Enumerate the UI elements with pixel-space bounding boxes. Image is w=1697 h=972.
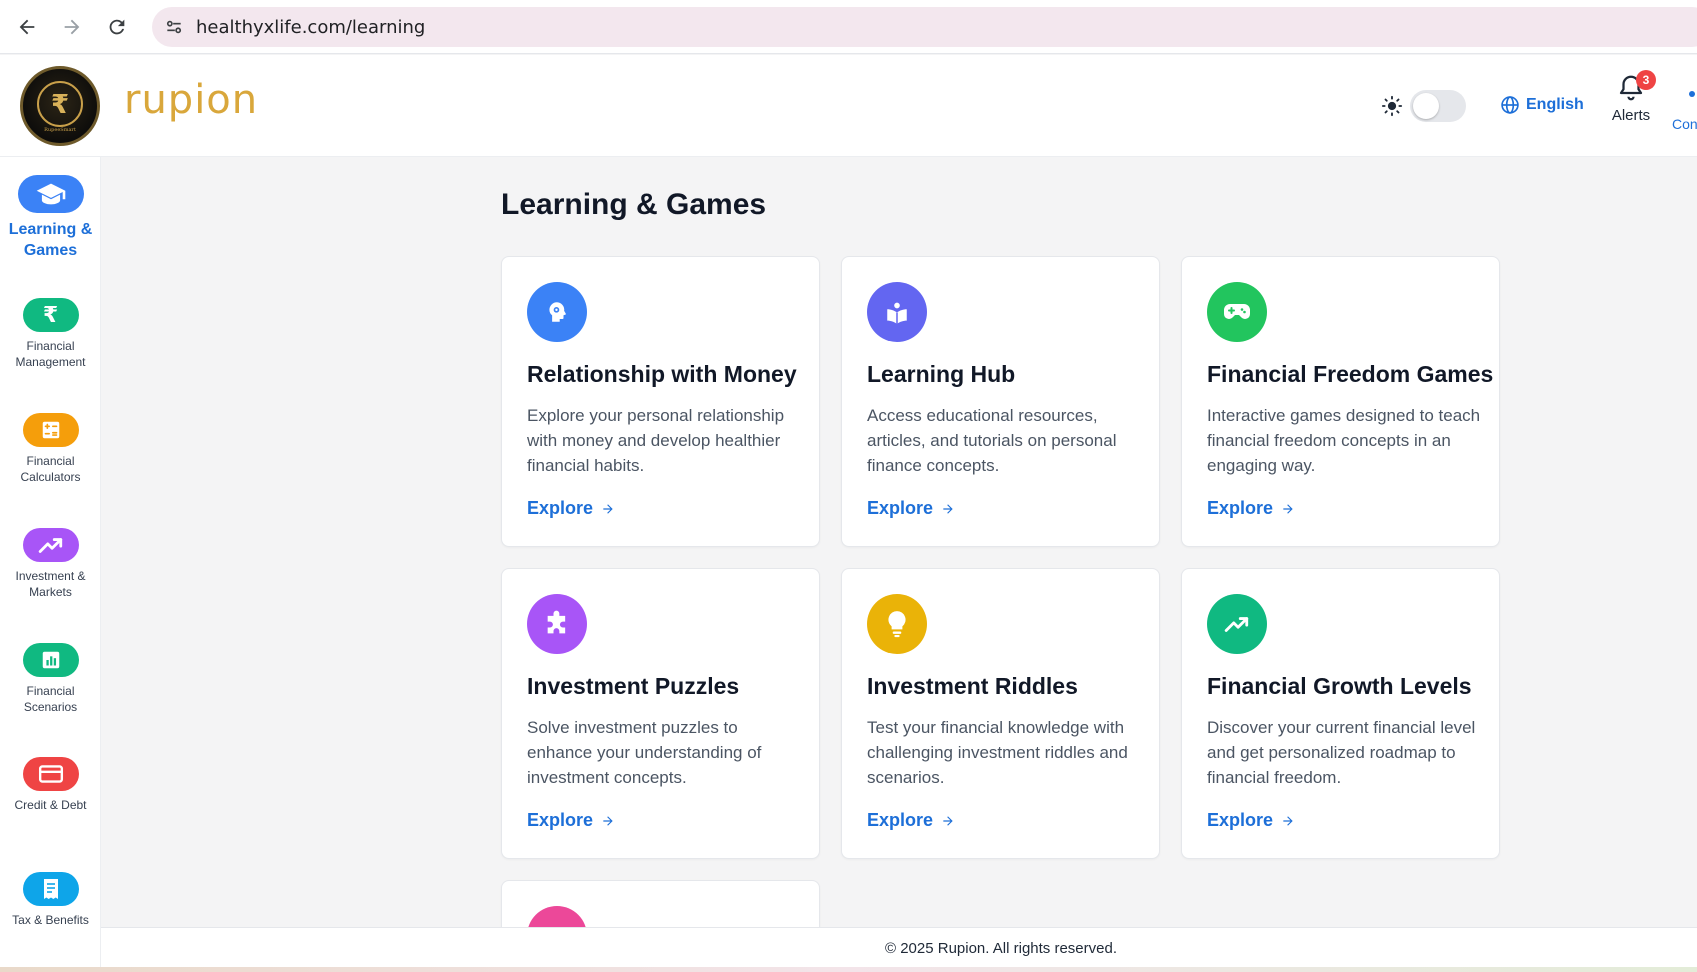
explore-label: Explore bbox=[867, 810, 934, 830]
card-description: Discover your current financial level an… bbox=[1207, 718, 1476, 787]
credit-card-icon bbox=[22, 757, 79, 791]
gamepad-icon bbox=[1207, 282, 1267, 342]
url-text[interactable]: healthyxlife.com/learning bbox=[196, 17, 425, 38]
globe-icon bbox=[1501, 96, 1519, 114]
browser-toolbar: healthyxlife.com/learning bbox=[0, 0, 1697, 54]
explore-label: Explore bbox=[867, 498, 934, 518]
sidebar-item-financial-scenarios[interactable]: Financial Scenarios bbox=[0, 643, 101, 715]
puzzle-icon bbox=[527, 594, 587, 654]
contact-icon[interactable] bbox=[1689, 91, 1695, 97]
sidebar-item-tax-benefits[interactable]: Tax & Benefits bbox=[0, 872, 101, 928]
card-learning-hub[interactable]: Learning Hub Access educational resource… bbox=[841, 256, 1160, 547]
arrow-right-icon bbox=[943, 815, 953, 826]
address-bar[interactable]: healthyxlife.com/learning bbox=[152, 7, 1697, 47]
brand-name: rupion bbox=[124, 77, 259, 123]
card-description: Access educational resources, articles, … bbox=[867, 406, 1117, 475]
lightbulb-icon bbox=[867, 594, 927, 654]
trending-up-icon bbox=[1207, 594, 1267, 654]
bell-icon: 3 bbox=[1616, 70, 1656, 103]
alerts-label: Alerts bbox=[1611, 107, 1651, 124]
logo[interactable]: ₹ RupeeSmart bbox=[20, 66, 100, 146]
sidebar: Learning & Games ₹ Financial Management … bbox=[0, 157, 101, 972]
theme-toggle[interactable] bbox=[1410, 90, 1466, 122]
card-title: Relationship with Money bbox=[527, 361, 797, 387]
arrow-right-icon bbox=[603, 815, 613, 826]
forward-arrow-icon[interactable] bbox=[57, 12, 87, 42]
rupee-icon: ₹ bbox=[22, 298, 79, 332]
arrow-right-icon bbox=[1283, 503, 1293, 514]
card-description: Test your financial knowledge with chall… bbox=[867, 718, 1128, 787]
explore-link[interactable]: Explore bbox=[1207, 498, 1295, 519]
arrow-right-icon bbox=[603, 503, 613, 514]
card-description: Explore your personal relationship with … bbox=[527, 406, 785, 475]
card-relationship-with-money[interactable]: Relationship with Money Explore your per… bbox=[501, 256, 820, 547]
sidebar-item-label: Credit & Debt bbox=[14, 798, 87, 812]
card-description: Interactive games designed to teach fina… bbox=[1207, 406, 1481, 475]
explore-label: Explore bbox=[527, 498, 594, 518]
trending-up-icon bbox=[22, 528, 79, 562]
sun-icon bbox=[1381, 95, 1403, 117]
arrow-right-icon bbox=[943, 503, 953, 514]
sidebar-item-label: Financial Calculators bbox=[20, 454, 81, 484]
card-title: Financial Growth Levels bbox=[1207, 673, 1472, 699]
card-investment-puzzles[interactable]: Investment Puzzles Solve investment puzz… bbox=[501, 568, 820, 859]
contact-link[interactable]: Con bbox=[1672, 116, 1697, 132]
explore-link[interactable]: Explore bbox=[1207, 810, 1295, 831]
toggle-knob bbox=[1413, 93, 1439, 119]
language-selector[interactable]: English bbox=[1500, 95, 1584, 115]
alerts-button[interactable]: 3 Alerts bbox=[1606, 70, 1656, 124]
explore-link[interactable]: Explore bbox=[867, 810, 955, 831]
sidebar-item-label: Tax & Benefits bbox=[12, 913, 89, 927]
card-title: Learning Hub bbox=[867, 361, 1016, 387]
card-title: Investment Puzzles bbox=[527, 673, 740, 699]
explore-label: Explore bbox=[1207, 498, 1274, 518]
sidebar-item-investment-markets[interactable]: Investment & Markets bbox=[0, 528, 101, 600]
reload-icon[interactable] bbox=[102, 12, 132, 42]
sidebar-item-label: Investment & Markets bbox=[15, 569, 86, 599]
card-description: Solve investment puzzles to enhance your… bbox=[527, 718, 762, 787]
app-header: ₹ RupeeSmart rupion English 3 Alerts Con bbox=[0, 55, 1697, 157]
explore-label: Explore bbox=[527, 810, 594, 830]
explore-label: Explore bbox=[1207, 810, 1274, 830]
rupee-logo-icon: ₹ bbox=[37, 81, 83, 127]
back-arrow-icon[interactable] bbox=[12, 12, 42, 42]
sidebar-item-financial-calculators[interactable]: Financial Calculators bbox=[0, 413, 101, 485]
book-icon bbox=[867, 282, 927, 342]
language-label: English bbox=[1526, 96, 1584, 113]
bar-chart-icon bbox=[22, 643, 79, 677]
explore-link[interactable]: Explore bbox=[527, 810, 615, 831]
calculator-icon bbox=[22, 413, 79, 447]
sidebar-item-label: Learning & Games bbox=[8, 221, 93, 259]
card-financial-growth-levels[interactable]: Financial Growth Levels Discover your cu… bbox=[1181, 568, 1500, 859]
sidebar-item-financial-management[interactable]: ₹ Financial Management bbox=[0, 298, 101, 370]
alerts-badge: 3 bbox=[1636, 70, 1656, 90]
sidebar-item-label: Financial Management bbox=[15, 339, 86, 369]
bottom-strip bbox=[0, 967, 1697, 972]
explore-link[interactable]: Explore bbox=[527, 498, 615, 519]
arrow-right-icon bbox=[1283, 815, 1293, 826]
card-title: Investment Riddles bbox=[867, 673, 1078, 699]
footer-copyright: © 2025 Rupion. All rights reserved. bbox=[884, 940, 1117, 957]
explore-link[interactable]: Explore bbox=[867, 498, 955, 519]
card-financial-freedom-games[interactable]: Financial Freedom Games Interactive game… bbox=[1181, 256, 1500, 547]
logo-caption: RupeeSmart bbox=[44, 127, 76, 133]
footer: © 2025 Rupion. All rights reserved. bbox=[101, 927, 1697, 967]
brain-icon bbox=[527, 282, 587, 342]
card-title: Financial Freedom Games bbox=[1207, 361, 1494, 387]
page-title: Learning & Games bbox=[501, 188, 767, 221]
card-investment-riddles[interactable]: Investment Riddles Test your financial k… bbox=[841, 568, 1160, 859]
receipt-icon bbox=[22, 872, 79, 906]
graduation-cap-icon bbox=[17, 175, 84, 213]
sidebar-item-credit-debt[interactable]: Credit & Debt bbox=[0, 757, 101, 813]
sidebar-item-learning-games[interactable]: Learning & Games bbox=[0, 175, 101, 261]
sidebar-item-label: Financial Scenarios bbox=[23, 684, 78, 714]
site-settings-icon[interactable] bbox=[162, 15, 186, 39]
